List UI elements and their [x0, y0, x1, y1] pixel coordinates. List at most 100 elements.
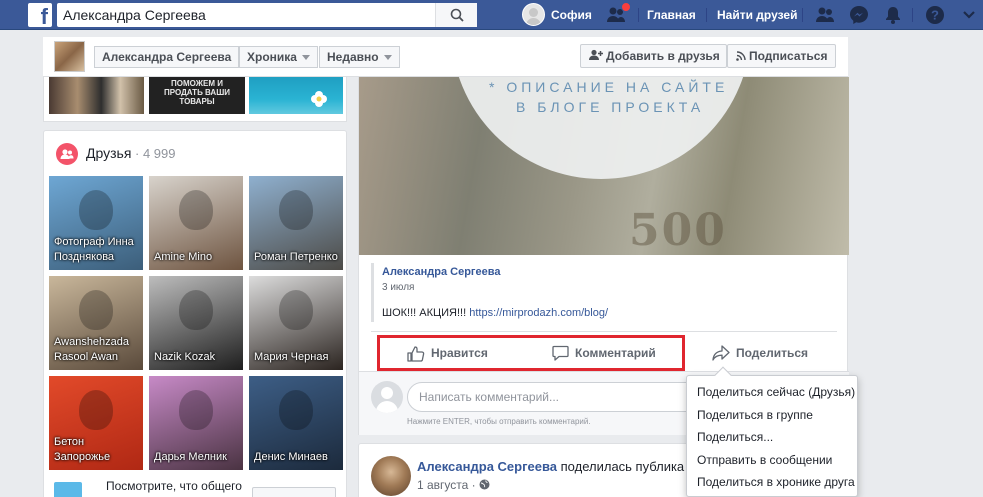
separator: [802, 8, 803, 22]
post-date[interactable]: 1 августа ·: [417, 478, 490, 492]
share-menu: Поделиться сейчас (Друзья) Поделиться в г…: [686, 366, 858, 497]
post-date-text: 1 августа ·: [417, 478, 479, 492]
profile-avatar[interactable]: [54, 41, 85, 72]
photos-strip: ПОМОЖЕМ И ПРОДАТЬ ВАШИ ТОВАРЫ: [43, 77, 347, 122]
author-avatar[interactable]: [371, 456, 411, 496]
friend-name[interactable]: Awanshehzada Rasool Awan: [54, 335, 139, 365]
friend-name[interactable]: Nazik Kozak: [154, 350, 239, 365]
post-banner-image[interactable]: * ОПИСАНИЕ НА САЙТЕ В БЛОГЕ ПРОЕКТА 500: [359, 77, 849, 255]
friend-name[interactable]: Amine Mino: [154, 250, 239, 265]
timeline-dropdown[interactable]: Хроника: [239, 46, 318, 68]
post-author-link[interactable]: Александра Сергеева: [417, 459, 557, 474]
search-input[interactable]: [57, 3, 437, 27]
shared-quote-bar: [371, 263, 374, 322]
divider: [371, 331, 837, 332]
search-button[interactable]: [435, 3, 477, 27]
comment-input[interactable]: Написать комментарий...: [407, 382, 707, 412]
timeline-label: Хроника: [247, 50, 297, 64]
friends-icon: [56, 143, 78, 165]
share-menu-item[interactable]: Поделиться в группе: [687, 404, 857, 427]
friend-tile[interactable]: Nazik Kozak: [149, 276, 243, 370]
see-common-text[interactable]: Посмотрите, что общего: [106, 479, 242, 493]
post-author-line: Александра Сергеева поделилась публика: [417, 459, 684, 474]
top-navigation-bar: f София Главная Найти друзей ?: [0, 0, 983, 30]
friend-name[interactable]: Денис Минаев: [254, 450, 339, 465]
breadcrumb-profile-name[interactable]: Александра Сергеева: [94, 46, 240, 68]
messenger-icon[interactable]: [848, 4, 870, 26]
chevron-down-icon: [383, 55, 392, 61]
chevron-down-icon[interactable]: [958, 4, 980, 26]
post-action-text: поделилась публика: [557, 459, 685, 474]
share-menu-item[interactable]: Поделиться в хронике друга: [687, 471, 857, 494]
find-friends-link[interactable]: Найти друзей: [717, 0, 797, 30]
friend-name[interactable]: Фотограф Инна Позднякова: [54, 235, 139, 265]
add-friend-button[interactable]: Добавить в друзья: [580, 44, 727, 68]
shared-text-body: ШОК!!! АКЦИЯ!!!: [382, 307, 470, 319]
friend-name[interactable]: Мария Черная: [254, 350, 339, 365]
friend-photo: [79, 290, 113, 330]
friend-name[interactable]: Бетон Запорожье: [54, 435, 139, 465]
friend-tile[interactable]: Awanshehzada Rasool Awan: [49, 276, 143, 370]
subscribe-button[interactable]: Подписаться: [727, 44, 836, 68]
friends-title-label: Друзья: [86, 145, 132, 161]
add-friend-icon: [589, 49, 603, 60]
friend-photo: [179, 390, 213, 430]
friend-photo: [279, 290, 313, 330]
search-box: [57, 3, 477, 27]
friends-icon[interactable]: [814, 4, 836, 26]
shared-date[interactable]: 3 июля: [382, 282, 414, 293]
friend-tile[interactable]: Денис Минаев: [249, 376, 343, 470]
common-icon: [54, 482, 82, 497]
svg-text:?: ?: [931, 8, 939, 23]
friend-photo: [79, 390, 113, 430]
share-button[interactable]: Поделиться: [712, 343, 808, 363]
friend-tile[interactable]: Бетон Запорожье: [49, 376, 143, 470]
separator: [638, 8, 639, 22]
shared-link[interactable]: https://mirprodazh.com/blog/: [469, 307, 608, 319]
profile-header-bar: Александра Сергеева Хроника Недавно Доба…: [43, 37, 848, 77]
search-icon: [450, 8, 464, 22]
share-label: Поделиться: [736, 346, 809, 360]
chevron-down-icon: [301, 55, 310, 61]
help-icon[interactable]: ?: [924, 4, 946, 26]
add-friend-label: Добавить в друзья: [606, 49, 720, 63]
friend-photo: [279, 390, 313, 430]
recent-dropdown[interactable]: Недавно: [319, 46, 400, 68]
photo-thumbnail-ad[interactable]: ПОМОЖЕМ И ПРОДАТЬ ВАШИ ТОВАРЫ: [149, 77, 245, 114]
friend-name[interactable]: Роман Петренко: [254, 250, 339, 265]
banner-text-line2: В БЛОГЕ ПРОЕКТА: [516, 99, 705, 115]
common-button[interactable]: [252, 487, 336, 497]
notifications-bell-icon[interactable]: [882, 4, 904, 26]
banner-number: 500: [629, 205, 727, 255]
share-menu-item[interactable]: Поделиться...: [687, 426, 857, 449]
friend-photo: [79, 190, 113, 230]
friend-photo: [179, 190, 213, 230]
friend-tile[interactable]: Роман Петренко: [249, 176, 343, 270]
friend-tile[interactable]: Мария Черная: [249, 276, 343, 370]
friend-tile[interactable]: Amine Mino: [149, 176, 243, 270]
commenter-avatar: [371, 381, 403, 413]
friends-card: Друзья · 4 999 Фотограф Инна Позднякова A…: [43, 130, 347, 497]
flower-icon: [311, 91, 327, 107]
comment-hint: Нажмите ENTER, чтобы отправить комментар…: [407, 417, 591, 426]
friends-count: · 4 999: [131, 146, 176, 161]
share-icon: [712, 345, 730, 361]
banner-text-line1: * ОПИСАНИЕ НА САЙТЕ: [489, 79, 729, 95]
friend-name[interactable]: Дарья Мелник: [154, 450, 239, 465]
ad-text: ПОМОЖЕМ И ПРОДАТЬ ВАШИ ТОВАРЫ: [164, 79, 230, 106]
friend-photo: [179, 290, 213, 330]
globe-icon: [479, 479, 490, 490]
home-link[interactable]: Главная: [647, 0, 696, 30]
user-avatar[interactable]: [522, 3, 545, 26]
facebook-logo[interactable]: f: [28, 3, 52, 27]
friend-tile[interactable]: Дарья Мелник: [149, 376, 243, 470]
photo-thumbnail[interactable]: [49, 77, 144, 114]
profile-link[interactable]: София: [551, 0, 592, 30]
share-menu-item[interactable]: Отправить в сообщении: [687, 449, 857, 472]
friends-title[interactable]: Друзья · 4 999: [86, 145, 176, 161]
photo-thumbnail[interactable]: [249, 77, 343, 114]
shared-author-link[interactable]: Александра Сергеева: [382, 266, 501, 278]
separator: [912, 8, 913, 22]
friend-tile[interactable]: Фотограф Инна Позднякова: [49, 176, 143, 270]
share-menu-item[interactable]: Поделиться сейчас (Друзья): [687, 381, 857, 404]
